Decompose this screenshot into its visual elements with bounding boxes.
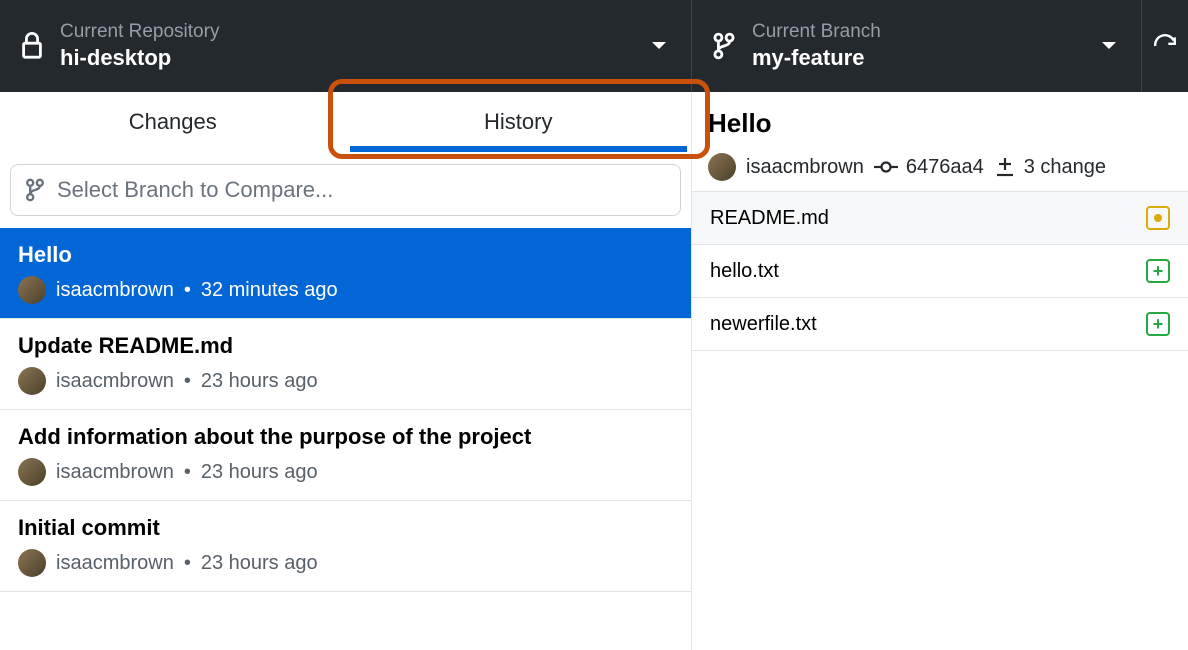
avatar (18, 549, 46, 577)
tab-changes[interactable]: Changes (0, 92, 346, 152)
tab-history[interactable]: History (346, 92, 692, 152)
file-name: hello.txt (710, 260, 779, 283)
changes-summary: 3 change (1024, 156, 1106, 179)
file-name: README.md (710, 207, 829, 230)
current-repository-selector[interactable]: Current Repository hi-desktop (0, 0, 692, 92)
git-branch-icon (712, 32, 736, 60)
current-branch-selector[interactable]: Current Branch my-feature (692, 0, 1142, 92)
lock-icon (20, 32, 44, 60)
file-item[interactable]: README.md (692, 192, 1188, 245)
sync-icon (1152, 33, 1178, 59)
added-icon: + (1146, 259, 1170, 283)
commit-item[interactable]: Initial commit isaacmbrown • 23 hours ag… (0, 501, 691, 592)
commit-time: 32 minutes ago (201, 279, 338, 302)
commit-author: isaacmbrown (56, 279, 174, 302)
commit-title: Update README.md (18, 333, 673, 359)
commit-author: isaacmbrown (56, 552, 174, 575)
commit-time: 23 hours ago (201, 552, 318, 575)
commit-time: 23 hours ago (201, 461, 318, 484)
meta-separator: • (184, 279, 191, 302)
commit-title: Hello (18, 242, 673, 268)
commit-detail-title: Hello (708, 108, 1172, 139)
commit-item[interactable]: Hello isaacmbrown • 32 minutes ago (0, 228, 691, 319)
branch-compare-placeholder: Select Branch to Compare... (57, 177, 333, 203)
commit-sha: 6476aa4 (906, 156, 984, 179)
commit-title: Initial commit (18, 515, 673, 541)
meta-separator: • (184, 370, 191, 393)
avatar (18, 276, 46, 304)
commit-detail-author: isaacmbrown (746, 156, 864, 179)
commit-author: isaacmbrown (56, 461, 174, 484)
branch-value: my-feature (752, 45, 881, 71)
file-item[interactable]: hello.txt + (692, 245, 1188, 298)
meta-separator: • (184, 461, 191, 484)
commit-item[interactable]: Update README.md isaacmbrown • 23 hours … (0, 319, 691, 410)
commit-icon (874, 159, 898, 175)
commit-title: Add information about the purpose of the… (18, 424, 673, 450)
sync-button[interactable] (1142, 0, 1188, 92)
avatar (18, 367, 46, 395)
modified-icon (1146, 206, 1170, 230)
avatar (18, 458, 46, 486)
caret-down-icon (651, 41, 667, 51)
file-name: newerfile.txt (710, 313, 817, 336)
branch-label: Current Branch (752, 21, 881, 43)
caret-down-icon (1101, 41, 1117, 51)
git-branch-icon (25, 178, 45, 202)
file-item[interactable]: newerfile.txt + (692, 298, 1188, 351)
repo-label: Current Repository (60, 21, 219, 43)
tabs: Changes History (0, 92, 691, 152)
diff-icon (994, 156, 1016, 178)
commit-item[interactable]: Add information about the purpose of the… (0, 410, 691, 501)
commit-time: 23 hours ago (201, 370, 318, 393)
commit-author: isaacmbrown (56, 370, 174, 393)
added-icon: + (1146, 312, 1170, 336)
branch-compare-selector[interactable]: Select Branch to Compare... (10, 164, 681, 216)
meta-separator: • (184, 552, 191, 575)
commit-list: Hello isaacmbrown • 32 minutes ago Updat… (0, 228, 691, 650)
avatar (708, 153, 736, 181)
file-list: README.md hello.txt + newerfile.txt + (692, 191, 1188, 351)
repo-value: hi-desktop (60, 45, 219, 71)
